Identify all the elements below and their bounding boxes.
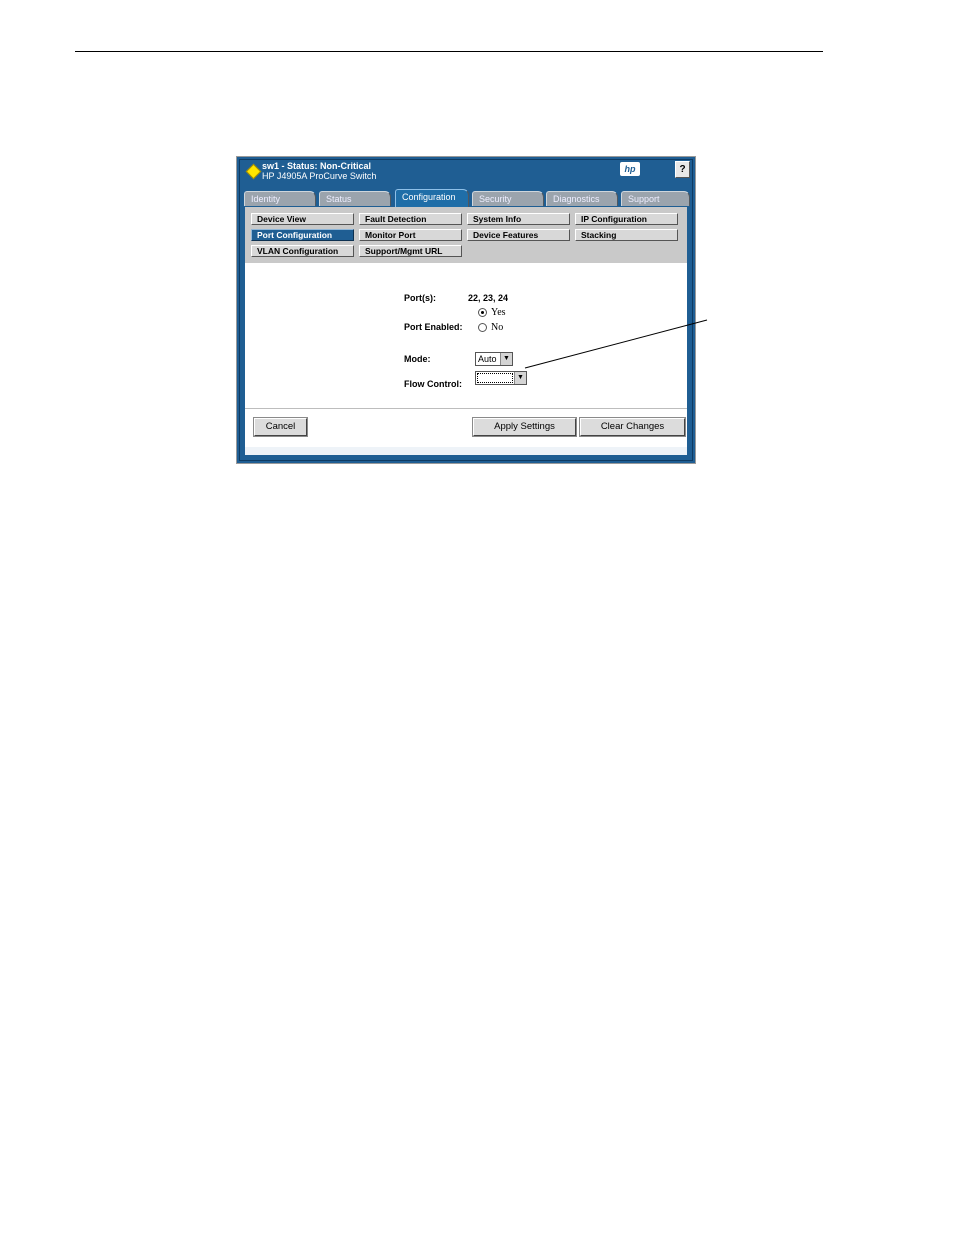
flow-control-label: Flow Control: — [404, 379, 462, 389]
help-button[interactable]: ? — [675, 161, 690, 178]
hp-logo-icon[interactable]: hp — [620, 162, 640, 176]
subnav-ip-configuration[interactable]: IP Configuration — [575, 213, 678, 225]
tab-status[interactable]: Status — [319, 191, 391, 206]
switch-web-ui-window: sw1 - Status: Non-Critical HP J4905A Pro… — [236, 156, 696, 464]
subnav-support-mgmt-url[interactable]: Support/Mgmt URL — [359, 245, 462, 257]
clear-changes-button[interactable]: Clear Changes — [579, 417, 686, 437]
device-status-title: sw1 - Status: Non-Critical — [262, 161, 372, 171]
yes-label: Yes — [491, 307, 506, 318]
mode-select-value: Auto — [478, 354, 497, 364]
port-enabled-yes-radio[interactable] — [478, 308, 487, 318]
ports-label: Port(s): — [404, 293, 436, 303]
window-frame: sw1 - Status: Non-Critical HP J4905A Pro… — [239, 159, 693, 461]
subnav-stacking[interactable]: Stacking — [575, 229, 678, 241]
port-enabled-no-radio[interactable] — [478, 323, 487, 333]
content-panel: Device View Fault Detection System Info … — [245, 207, 687, 455]
port-enabled-label: Port Enabled: — [404, 322, 463, 332]
flow-control-select[interactable]: ▼ — [475, 371, 527, 385]
subnav-monitor-port[interactable]: Monitor Port — [359, 229, 462, 241]
device-model-subtitle: HP J4905A ProCurve Switch — [262, 171, 377, 181]
tab-support[interactable]: Support — [621, 191, 690, 206]
ports-value: 22, 23, 24 — [468, 293, 509, 303]
mode-label: Mode: — [404, 354, 431, 364]
tab-configuration[interactable]: Configuration — [395, 189, 469, 207]
focus-ring — [477, 373, 513, 383]
subnav-device-view[interactable]: Device View — [251, 213, 354, 225]
port-enabled-no-option[interactable]: No — [478, 322, 503, 333]
no-label: No — [491, 322, 504, 333]
subnav-device-features[interactable]: Device Features — [467, 229, 570, 241]
tab-security[interactable]: Security — [472, 191, 544, 206]
subnav-system-info[interactable]: System Info — [467, 213, 570, 225]
chevron-down-icon[interactable]: ▼ — [514, 372, 526, 384]
config-subnav: Device View Fault Detection System Info … — [245, 207, 687, 263]
subnav-fault-detection[interactable]: Fault Detection — [359, 213, 462, 225]
cancel-button[interactable]: Cancel — [253, 417, 308, 437]
subnav-port-configuration[interactable]: Port Configuration — [251, 229, 354, 241]
subnav-vlan-configuration[interactable]: VLAN Configuration — [251, 245, 354, 257]
chevron-down-icon[interactable]: ▼ — [500, 353, 512, 365]
page-top-rule — [75, 51, 823, 52]
bottom-band — [245, 447, 687, 455]
tab-identity[interactable]: Identity — [244, 191, 316, 206]
main-tabs: Identity Status Configuration Security D… — [244, 189, 690, 207]
tab-diagnostics[interactable]: Diagnostics — [546, 191, 618, 206]
mode-select[interactable]: Auto ▼ — [475, 352, 513, 366]
form-divider — [245, 408, 687, 409]
apply-settings-button[interactable]: Apply Settings — [472, 417, 577, 437]
status-diamond-icon — [245, 163, 262, 180]
header-bar: sw1 - Status: Non-Critical HP J4905A Pro… — [240, 160, 692, 188]
port-enabled-yes-option[interactable]: Yes — [478, 307, 506, 318]
